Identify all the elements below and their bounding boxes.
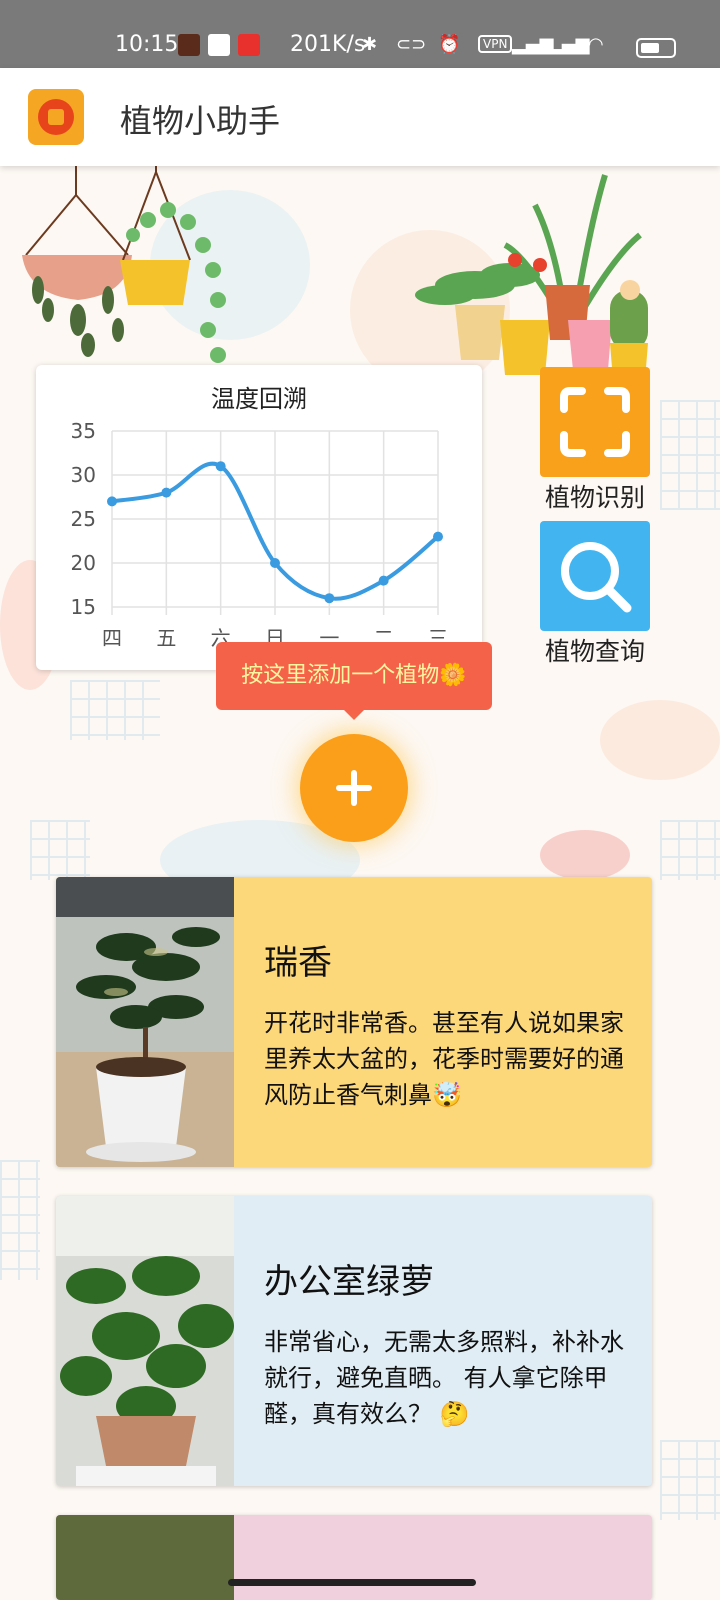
hanging-plants-illustration	[22, 160, 226, 363]
network-speed: 201K/s	[290, 32, 366, 57]
plant-identify-label[interactable]: 植物识别	[535, 478, 655, 514]
bluetooth-icon: ✱	[362, 34, 378, 55]
plant-search-label[interactable]: 植物查询	[535, 632, 655, 668]
plant-card[interactable]: 瑞香 开花时非常香。甚至有人说如果家里养太大盆的，花季时需要好的通风防止香气刺鼻…	[56, 877, 652, 1167]
y-tick-label: 20	[71, 551, 96, 575]
plant-name: 办公室绿萝	[264, 1262, 434, 1302]
add-plant-button[interactable]	[300, 734, 408, 842]
alarm-icon: ⏰	[438, 34, 461, 55]
plant-photo	[56, 877, 234, 1167]
plant-photo	[56, 1196, 234, 1486]
vpn-icon: VPN	[478, 35, 513, 53]
y-tick-label: 35	[71, 419, 96, 443]
potted-plants-illustration	[415, 174, 648, 380]
wifi-icon: ◠	[588, 34, 604, 55]
temperature-point	[215, 461, 226, 472]
temperature-point	[324, 593, 335, 604]
plant-card[interactable]: 办公室绿萝 非常省心，无需太多照料，补补水就行，避免直晒。 有人拿它除甲醛，真有…	[56, 1196, 652, 1486]
temperature-point	[107, 496, 117, 507]
app-notification-icon	[178, 34, 200, 56]
magnifier-icon	[561, 542, 632, 613]
qq-icon	[208, 34, 230, 56]
y-tick-label: 30	[71, 463, 96, 487]
home-indicator[interactable]	[228, 1579, 476, 1586]
status-bar: 10:15 201K/s ✱ ⊂⊃ ⏰ VPN ▂▄▆ ▂▄▆ ◠	[0, 0, 720, 68]
battery-icon	[636, 38, 676, 58]
temperature-point	[433, 531, 443, 542]
plant-name: 瑞香	[264, 943, 332, 983]
temperature-point	[270, 558, 280, 568]
netease-music-icon	[238, 34, 260, 56]
plant-photo	[56, 1515, 234, 1600]
signal-2-icon: ▂▄▆	[548, 34, 590, 55]
app-title: 植物小助手	[120, 102, 281, 140]
temperature-chart-card[interactable]: 温度回溯 15 20 25 30 35 四五六日一二三	[36, 365, 482, 670]
temperature-point	[378, 575, 389, 586]
plant-card-partial[interactable]	[56, 1515, 652, 1600]
temperature-point	[161, 487, 172, 498]
temperature-chart: 1520253035四五六日一二三	[71, 419, 448, 650]
x-tick-label: 五	[156, 626, 176, 650]
x-tick-label: 四	[102, 626, 122, 650]
plant-description: 开花时非常香。甚至有人说如果家里养太大盆的，花季时需要好的通风防止香气刺鼻🤯	[264, 1009, 624, 1109]
app-logo-icon	[28, 89, 84, 145]
y-tick-label: 25	[71, 507, 96, 531]
add-plant-tooltip: 按这里添加一个植物🌼	[216, 642, 492, 720]
status-time: 10:15	[115, 32, 179, 57]
plant-identify-button[interactable]	[540, 367, 650, 477]
notification-icons	[178, 34, 260, 56]
plant-search-button[interactable]	[540, 521, 650, 631]
scan-icon	[560, 387, 630, 457]
plant-description: 非常省心，无需太多照料，补补水就行，避免直晒。 有人拿它除甲醛，真有效么？ 🤔	[264, 1328, 624, 1428]
y-tick-label: 15	[71, 595, 96, 619]
app-bar: 植物小助手	[0, 68, 720, 166]
link-icon: ⊂⊃	[396, 34, 427, 55]
